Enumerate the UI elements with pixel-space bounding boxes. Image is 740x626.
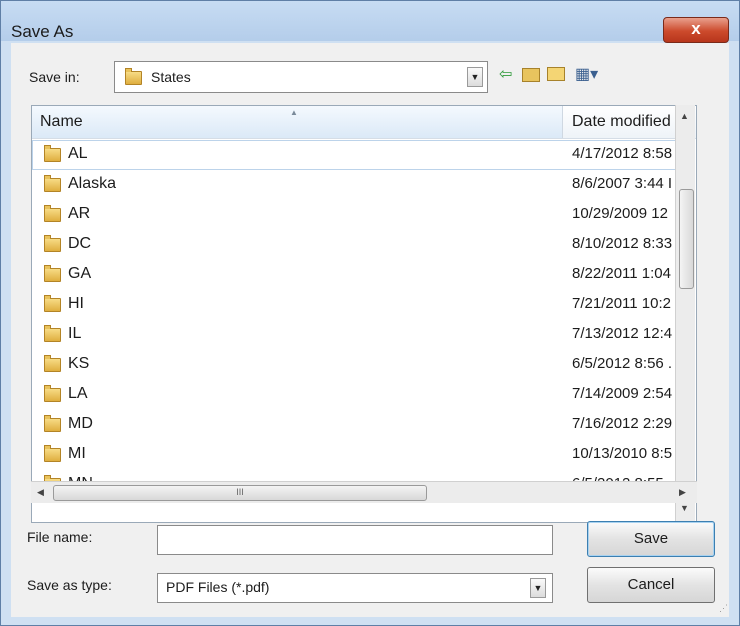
folder-icon [125,68,142,85]
column-name-label: Name [40,113,83,130]
folder-icon [44,175,61,192]
save-as-type-value: PDF Files (*.pdf) [166,579,270,595]
item-name: AR [68,205,91,222]
resize-grip-icon[interactable]: ⋰ [719,603,728,614]
list-item[interactable]: GA 8/22/2011 1:04 [32,260,682,290]
chevron-down-icon[interactable]: ▼ [530,578,546,598]
vertical-scrollbar[interactable]: ▲ ▼ [675,105,695,523]
list-item[interactable]: KS 6/5/2012 8:56 . [32,350,682,380]
file-name-input[interactable] [157,525,553,555]
scroll-up-icon[interactable]: ▲ [680,111,689,121]
list-item[interactable]: MI 10/13/2010 8:5 [32,440,682,470]
chevron-down-icon[interactable]: ▼ [467,67,483,87]
list-item[interactable]: HI 7/21/2011 10:2 [32,290,682,320]
list-item[interactable]: MD 7/16/2012 2:29 [32,410,682,440]
file-list[interactable]: Name ▲ Date modified AL 4/17/2012 8:58 A… [31,105,697,523]
horizontal-scroll-thumb[interactable]: III [53,485,427,501]
sort-arrow-icon: ▲ [290,108,298,117]
folder-icon [44,295,61,312]
file-name-label: File name: [27,529,93,545]
item-name: IL [68,325,82,342]
list-item[interactable]: IL 7/13/2012 12:4 [32,320,682,350]
save-in-label: Save in: [29,69,80,85]
list-item[interactable]: LA 7/14/2009 2:54 [32,380,682,410]
save-as-type-select[interactable]: PDF Files (*.pdf) ▼ [157,573,553,603]
column-header-name[interactable]: Name ▲ [32,106,563,138]
save-as-type-label: Save as type: [27,577,112,593]
scroll-thumb-grip: III [236,487,244,497]
item-name: DC [68,235,92,252]
dialog-body: Save in: States ▼ ⇦ ▦▾ Name ▲ Date modif… [11,43,729,617]
folder-icon [44,205,61,222]
list-item[interactable]: AL 4/17/2012 8:58 [32,140,682,170]
up-folder-icon[interactable] [522,68,540,82]
list-item[interactable]: AR 10/29/2009 12 [32,200,682,230]
folder-icon [44,415,61,432]
column-header-date[interactable]: Date modified [572,113,671,131]
folder-icon [44,145,61,162]
save-in-value: States [151,69,191,85]
item-name: LA [68,385,88,402]
close-button[interactable]: x [663,17,729,43]
item-name: MI [68,445,86,462]
item-name: KS [68,355,90,372]
horizontal-scrollbar[interactable]: ◀ III ▶ [31,481,697,503]
list-rows: AL 4/17/2012 8:58 Alaska 8/6/2007 3:44 I… [32,140,682,500]
folder-icon [44,265,61,282]
close-icon: x [691,19,701,38]
new-folder-icon[interactable] [547,67,565,81]
item-name: HI [68,295,84,312]
window-title: Save As [11,22,74,41]
folder-icon [44,235,61,252]
folder-icon [44,385,61,402]
list-item[interactable]: DC 8/10/2012 8:33 [32,230,682,260]
item-name: GA [68,265,92,282]
save-in-combo[interactable]: States ▼ [114,61,488,93]
save-as-dialog: Save As x Save in: States ▼ ⇦ ▦▾ Name ▲ … [0,0,740,626]
vertical-scroll-thumb[interactable] [679,189,694,289]
cancel-button[interactable]: Cancel [587,567,715,603]
scroll-left-icon[interactable]: ◀ [37,487,44,498]
list-header: Name ▲ Date modified [32,106,696,139]
item-name: Alaska [68,175,117,192]
scroll-down-icon[interactable]: ▼ [680,503,689,513]
scroll-right-icon[interactable]: ▶ [679,487,686,498]
folder-icon [44,355,61,372]
title-bar[interactable]: Save As x [1,1,739,43]
back-arrow-icon[interactable]: ⇦ [499,65,512,85]
item-name: AL [68,145,88,162]
folder-icon [44,445,61,462]
save-button[interactable]: Save [587,521,715,557]
view-menu-icon[interactable]: ▦▾ [575,65,598,85]
item-name: MD [68,415,93,432]
folder-icon [44,325,61,342]
list-item[interactable]: Alaska 8/6/2007 3:44 I [32,170,682,200]
